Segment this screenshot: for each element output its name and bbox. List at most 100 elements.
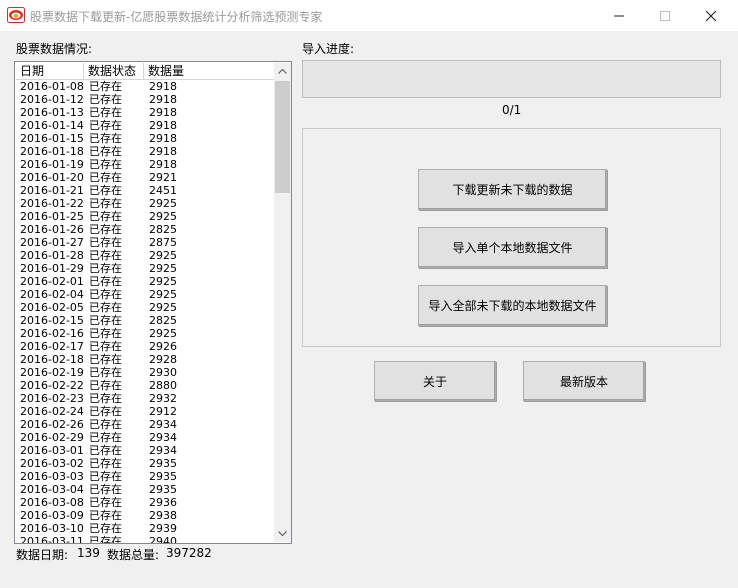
row-date: 2016-01-19	[20, 158, 84, 171]
row-date: 2016-01-18	[20, 145, 84, 158]
maximize-icon	[660, 10, 670, 21]
scroll-up-button[interactable]	[274, 63, 291, 80]
minimize-button[interactable]	[596, 0, 642, 31]
table-row[interactable]: 2016-02-05 已存在 2925	[16, 301, 274, 314]
row-status: 已存在	[89, 197, 122, 210]
table-row[interactable]: 2016-02-16 已存在 2925	[16, 327, 274, 340]
row-status: 已存在	[89, 457, 122, 470]
row-count: 2912	[149, 405, 177, 418]
about-button[interactable]: 关于	[374, 361, 496, 401]
table-row[interactable]: 2016-03-04 已存在 2935	[16, 483, 274, 496]
row-count: 2918	[149, 93, 177, 106]
row-count: 2928	[149, 353, 177, 366]
row-status: 已存在	[89, 496, 122, 509]
table-row[interactable]: 2016-01-18 已存在 2918	[16, 145, 274, 158]
table-row[interactable]: 2016-02-22 已存在 2880	[16, 379, 274, 392]
row-date: 2016-03-04	[20, 483, 84, 496]
row-count: 2925	[149, 249, 177, 262]
table-row[interactable]: 2016-02-19 已存在 2930	[16, 366, 274, 379]
row-date: 2016-01-14	[20, 119, 84, 132]
table-row[interactable]: 2016-03-10 已存在 2939	[16, 522, 274, 535]
table-row[interactable]: 2016-03-03 已存在 2935	[16, 470, 274, 483]
latest-version-button[interactable]: 最新版本	[523, 361, 645, 401]
row-status: 已存在	[89, 509, 122, 522]
import-single-file-button[interactable]: 导入单个本地数据文件	[418, 227, 607, 268]
table-row[interactable]: 2016-02-15 已存在 2825	[16, 314, 274, 327]
row-count: 2918	[149, 132, 177, 145]
stock-data-list[interactable]: 日期 数据状态 数据量 2016-01-08 已存在 2918 2016-01-12 已…	[14, 61, 292, 544]
table-row[interactable]: 2016-02-23 已存在 2932	[16, 392, 274, 405]
scroll-down-button[interactable]	[274, 525, 291, 542]
table-row[interactable]: 2016-03-11 已存在 2940	[16, 535, 274, 543]
import-all-files-button[interactable]: 导入全部未下载的本地数据文件	[418, 285, 607, 326]
table-row[interactable]: 2016-03-02 已存在 2935	[16, 457, 274, 470]
row-count: 2925	[149, 275, 177, 288]
maximize-button[interactable]	[642, 0, 688, 31]
row-date: 2016-02-17	[20, 340, 84, 353]
table-row[interactable]: 2016-01-29 已存在 2925	[16, 262, 274, 275]
column-header-count[interactable]: 数据量	[144, 63, 276, 79]
table-row[interactable]: 2016-01-20 已存在 2921	[16, 171, 274, 184]
column-header-status[interactable]: 数据状态	[84, 63, 144, 79]
table-row[interactable]: 2016-03-09 已存在 2938	[16, 509, 274, 522]
row-status: 已存在	[89, 353, 122, 366]
vertical-scrollbar[interactable]	[274, 63, 291, 542]
row-count: 2918	[149, 119, 177, 132]
table-row[interactable]: 2016-01-13 已存在 2918	[16, 106, 274, 119]
row-count: 2936	[149, 496, 177, 509]
table-row[interactable]: 2016-03-01 已存在 2934	[16, 444, 274, 457]
row-status: 已存在	[89, 106, 122, 119]
list-rows: 2016-01-08 已存在 2918 2016-01-12 已存在 2918 2016-0…	[16, 80, 274, 543]
app-logo-icon	[7, 7, 25, 23]
row-count: 2825	[149, 314, 177, 327]
summary-days-label: 数据日期:	[16, 548, 69, 562]
row-status: 已存在	[89, 249, 122, 262]
row-status: 已存在	[89, 470, 122, 483]
table-row[interactable]: 2016-02-01 已存在 2925	[16, 275, 274, 288]
scroll-thumb[interactable]	[275, 81, 290, 193]
row-count: 2935	[149, 470, 177, 483]
row-status: 已存在	[89, 392, 122, 405]
row-status: 已存在	[89, 379, 122, 392]
table-row[interactable]: 2016-01-15 已存在 2918	[16, 132, 274, 145]
row-status: 已存在	[89, 171, 122, 184]
download-update-button[interactable]: 下载更新未下载的数据	[418, 169, 607, 210]
table-row[interactable]: 2016-01-21 已存在 2451	[16, 184, 274, 197]
app-window: 股票数据下载更新-亿愿股票数据统计分析筛选预测专家 股票数据情况: 日期 数据状…	[0, 0, 738, 588]
row-status: 已存在	[89, 418, 122, 431]
row-status: 已存在	[89, 340, 122, 353]
column-header-date[interactable]: 日期	[16, 63, 84, 79]
row-count: 2925	[149, 327, 177, 340]
table-row[interactable]: 2016-02-18 已存在 2928	[16, 353, 274, 366]
title-bar[interactable]: 股票数据下载更新-亿愿股票数据统计分析筛选预测专家	[0, 0, 738, 31]
row-count: 2921	[149, 171, 177, 184]
row-count: 2925	[149, 210, 177, 223]
row-date: 2016-02-01	[20, 275, 84, 288]
row-date: 2016-03-08	[20, 496, 84, 509]
table-row[interactable]: 2016-02-24 已存在 2912	[16, 405, 274, 418]
table-row[interactable]: 2016-01-14 已存在 2918	[16, 119, 274, 132]
close-button[interactable]	[688, 0, 734, 31]
table-row[interactable]: 2016-02-26 已存在 2934	[16, 418, 274, 431]
table-row[interactable]: 2016-01-12 已存在 2918	[16, 93, 274, 106]
table-row[interactable]: 2016-01-27 已存在 2875	[16, 236, 274, 249]
table-row[interactable]: 2016-02-17 已存在 2926	[16, 340, 274, 353]
table-row[interactable]: 2016-03-08 已存在 2936	[16, 496, 274, 509]
table-row[interactable]: 2016-01-22 已存在 2925	[16, 197, 274, 210]
row-count: 2930	[149, 366, 177, 379]
row-status: 已存在	[89, 275, 122, 288]
table-row[interactable]: 2016-01-19 已存在 2918	[16, 158, 274, 171]
row-date: 2016-02-26	[20, 418, 84, 431]
row-count: 2926	[149, 340, 177, 353]
table-row[interactable]: 2016-01-28 已存在 2925	[16, 249, 274, 262]
table-row[interactable]: 2016-02-04 已存在 2925	[16, 288, 274, 301]
close-icon	[705, 10, 717, 21]
table-row[interactable]: 2016-01-08 已存在 2918	[16, 80, 274, 93]
table-row[interactable]: 2016-01-26 已存在 2825	[16, 223, 274, 236]
row-status: 已存在	[89, 431, 122, 444]
chevron-up-icon	[278, 69, 287, 74]
row-date: 2016-03-03	[20, 470, 84, 483]
chevron-down-icon	[278, 531, 287, 536]
table-row[interactable]: 2016-01-25 已存在 2925	[16, 210, 274, 223]
table-row[interactable]: 2016-02-29 已存在 2934	[16, 431, 274, 444]
